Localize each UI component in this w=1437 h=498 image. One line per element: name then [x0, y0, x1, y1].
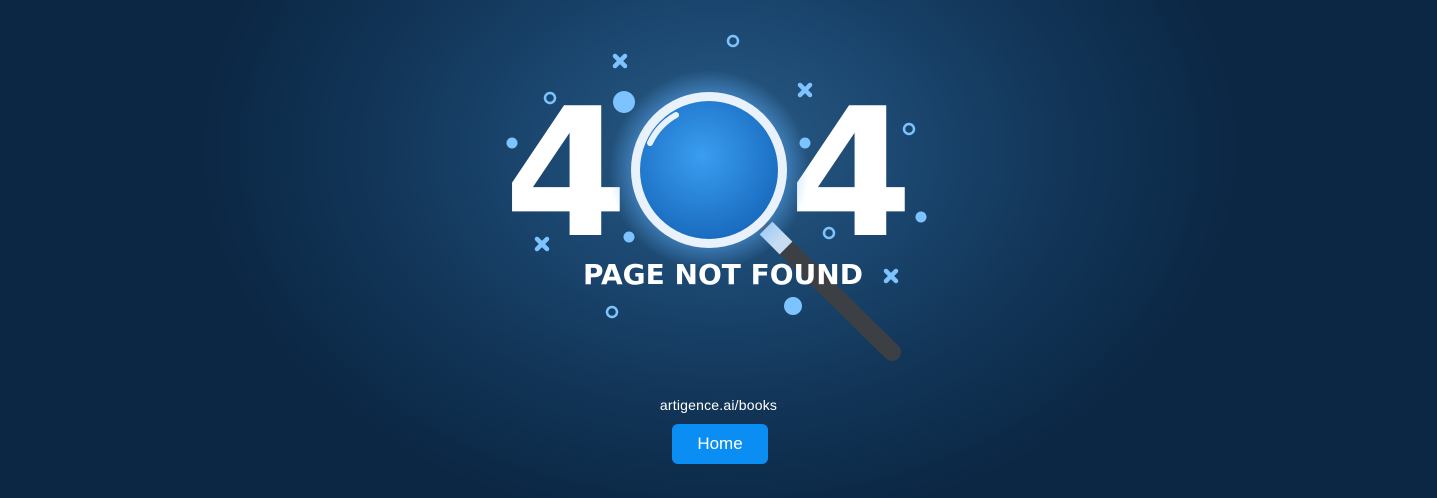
dot-decoration [915, 211, 927, 223]
magnifying-glass-icon [609, 70, 809, 270]
dot-decoration [623, 231, 635, 243]
page-not-found-heading: PAGE NOT FOUND [583, 258, 863, 291]
home-button[interactable]: Home [672, 424, 768, 464]
dot-decoration [784, 297, 802, 315]
dot-decoration [613, 91, 635, 113]
ring-decoration [605, 305, 619, 319]
ring-decoration [726, 34, 740, 48]
dot-decoration [799, 137, 811, 149]
dot-decoration [506, 137, 518, 149]
site-url-text: artigence.ai/books [659, 397, 778, 413]
cross-icon [612, 53, 628, 69]
